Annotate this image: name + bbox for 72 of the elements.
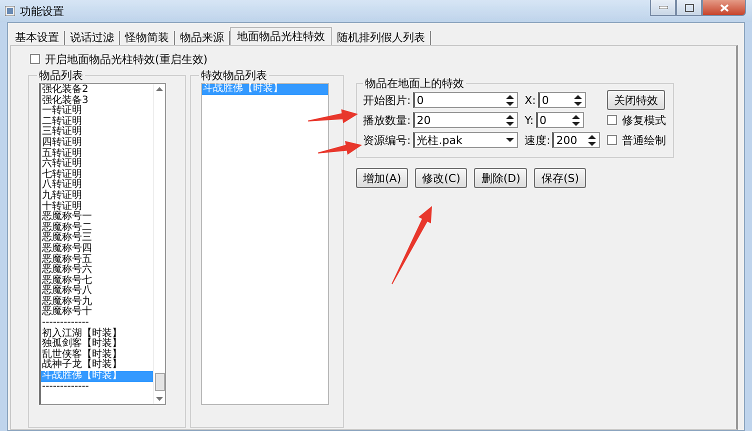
spinner-field[interactable]: 0 xyxy=(412,92,518,108)
list-item[interactable]: 恶魔称号一 xyxy=(41,212,153,223)
list-item[interactable]: 战神子龙【时装】 xyxy=(41,360,153,372)
action-button[interactable]: 增加(A) xyxy=(356,168,408,188)
checkbox[interactable] xyxy=(607,135,618,145)
spinner-field[interactable]: 200 xyxy=(552,132,600,148)
list-item[interactable]: 四转证明 xyxy=(41,138,153,149)
list-item[interactable]: 七转证明 xyxy=(41,170,153,180)
checkbox[interactable] xyxy=(30,54,40,64)
dropdown-field[interactable]: 光柱.pak xyxy=(412,132,518,148)
spin-arrows-icon xyxy=(506,94,514,106)
list-item[interactable]: 独孤剑客【时装】 xyxy=(41,339,153,350)
field-label: 开始图片: xyxy=(363,92,411,108)
list-item[interactable]: 二转证明 xyxy=(41,116,153,128)
spin-arrows-icon xyxy=(574,94,582,106)
tab[interactable]: 说话过滤 xyxy=(65,31,120,45)
field-label: 播放数量: xyxy=(363,112,411,128)
scroll-down-icon xyxy=(156,397,163,401)
tab[interactable]: 地面物品光柱特效 xyxy=(230,27,332,45)
list-item[interactable]: 恶魔称号八 xyxy=(41,286,153,297)
field-label: 速度: xyxy=(524,132,550,148)
scroll-up-icon xyxy=(156,87,163,91)
spinner-field[interactable]: 20 xyxy=(412,112,518,128)
minimize-icon xyxy=(658,6,668,9)
window-title: 功能设置 xyxy=(20,4,64,18)
spinner-field[interactable]: 0 xyxy=(536,112,584,128)
group-title: 物品在地面上的特效 xyxy=(364,76,465,91)
list-item[interactable]: 八转证明 xyxy=(41,180,153,191)
close-icon xyxy=(720,4,728,12)
list-item[interactable]: 恶魔称号四 xyxy=(41,244,153,254)
annotation-arrow xyxy=(318,141,362,155)
list-item[interactable]: 强化装备3 xyxy=(41,96,153,106)
close-button[interactable] xyxy=(702,0,746,16)
spin-arrows-icon xyxy=(588,134,596,146)
action-button[interactable]: 保存(S) xyxy=(534,168,586,188)
spin-arrows-icon xyxy=(506,114,514,126)
window-icon xyxy=(5,6,15,16)
action-button[interactable]: 修改(C) xyxy=(415,168,468,188)
minimize-button[interactable] xyxy=(650,0,676,16)
tab[interactable]: 基本设置 xyxy=(10,31,65,45)
maximize-icon xyxy=(684,4,694,12)
field-label: 资源编号: xyxy=(363,132,411,148)
action-button[interactable]: 删除(D) xyxy=(474,168,528,188)
annotation-arrow xyxy=(308,109,358,124)
list-item[interactable]: 六转证明 xyxy=(41,159,153,170)
list-item[interactable]: ------------- xyxy=(41,318,153,329)
field-label: X: xyxy=(524,94,536,106)
scrollbar[interactable] xyxy=(153,84,165,404)
maximize-button[interactable] xyxy=(676,0,702,16)
group-title: 物品列表 xyxy=(38,68,84,83)
list-item[interactable]: 五转证明 xyxy=(41,148,153,160)
checkbox[interactable] xyxy=(607,115,618,125)
tab[interactable]: 随机排列假人列表 xyxy=(332,31,431,45)
tab[interactable]: 怪物简装 xyxy=(120,31,175,45)
spin-arrows-icon xyxy=(572,114,580,126)
caret-icon xyxy=(506,138,514,142)
field-label: Y: xyxy=(524,114,534,126)
list-item[interactable]: 三转证明 xyxy=(41,127,153,138)
close-effect-button[interactable]: 关闭特效 xyxy=(607,90,666,110)
group-title: 特效物品列表 xyxy=(200,68,268,82)
spinner-field[interactable]: 0 xyxy=(538,92,586,108)
list-item[interactable]: ------------- xyxy=(41,382,153,392)
list-item[interactable]: 强化装备2 xyxy=(41,85,153,96)
list-item[interactable]: 九转证明 xyxy=(41,190,153,202)
list-item[interactable]: 一转证明 xyxy=(41,106,153,117)
checkbox-label: 普通绘制 xyxy=(622,132,666,148)
list-item[interactable]: 恶魔称号六 xyxy=(41,265,153,276)
checkbox-label: 修复模式 xyxy=(622,112,666,128)
scroll-thumb[interactable] xyxy=(154,373,164,391)
list-item[interactable]: 恶魔称号三 xyxy=(41,233,153,244)
list-item[interactable]: 恶魔称号十 xyxy=(41,307,153,318)
checkbox-label: 开启地面物品光柱特效(重启生效) xyxy=(45,52,208,66)
